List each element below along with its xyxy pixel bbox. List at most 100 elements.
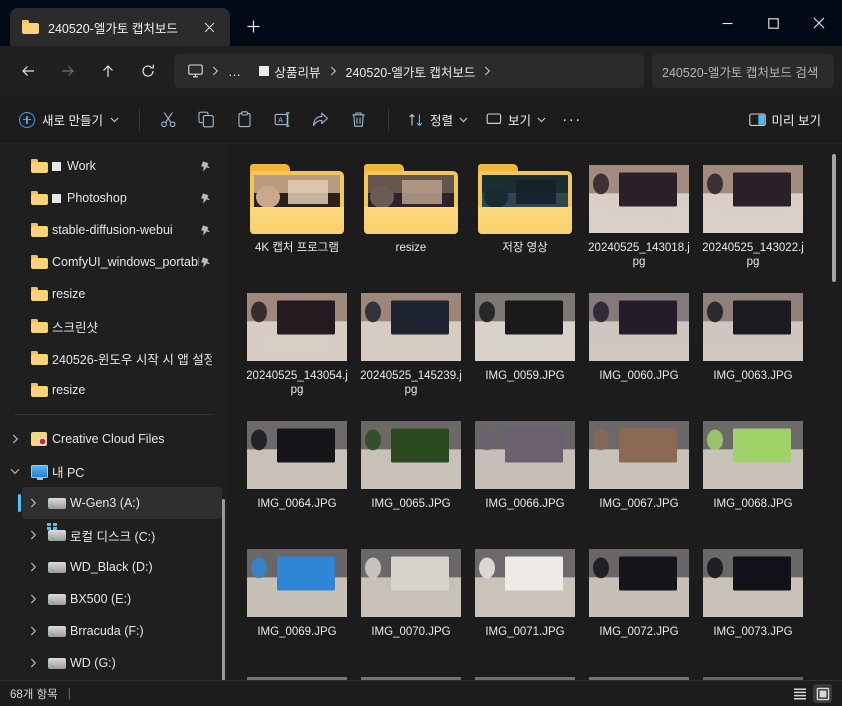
breadcrumb-item-2[interactable]: 240520-엘가토 캡처보드 — [338, 58, 484, 84]
forward-button[interactable] — [51, 54, 85, 88]
up-button[interactable] — [91, 54, 125, 88]
image-thumbnail — [475, 549, 575, 617]
command-bar: 새로 만들기 A 정렬 보기 ··· 미리 보기 — [0, 96, 842, 144]
cut-button[interactable] — [150, 104, 188, 136]
list-view-icon[interactable] — [790, 684, 809, 703]
file-item[interactable]: IMG_0065.JPG — [354, 414, 468, 536]
twisty-toggle[interactable] — [22, 498, 44, 508]
new-button[interactable]: 새로 만들기 — [12, 104, 129, 136]
sidebar-item-work[interactable]: Work — [4, 150, 222, 182]
sidebar-item-brracuda-f[interactable]: Brracuda (F:) — [22, 615, 222, 647]
share-button[interactable] — [302, 104, 340, 136]
sidebar-item-label: 내 PC — [52, 465, 85, 480]
file-item[interactable]: IMG_0063.JPG — [696, 286, 810, 408]
rename-button[interactable]: A — [264, 104, 302, 136]
file-item[interactable]: IMG_0072.JPG — [582, 542, 696, 664]
file-item[interactable]: IMG_0077.JPG — [582, 670, 696, 680]
pin-icon[interactable] — [199, 224, 212, 237]
file-thumbnail-wrap — [703, 546, 803, 620]
file-item[interactable]: 20240525_143018.jpg — [582, 158, 696, 280]
paste-button[interactable] — [226, 104, 264, 136]
tab-active[interactable]: 240520-엘가토 캡처보드 — [10, 8, 230, 46]
sidebar-item-label: WD (G:) — [70, 656, 116, 670]
file-item[interactable]: 저장 영상 — [468, 158, 582, 280]
grid-view-icon[interactable] — [813, 684, 832, 703]
file-item[interactable]: IMG_0073.JPG — [696, 542, 810, 664]
file-item[interactable]: 20240525_143054.jpg — [240, 286, 354, 408]
sidebar-item-로컬-디스크-c[interactable]: 로컬 디스크 (C:) — [22, 519, 222, 551]
file-item[interactable]: 4K 캡처 프로그램 — [240, 158, 354, 280]
twisty-toggle[interactable] — [22, 594, 44, 604]
sidebar-item-comfyui-windows-portable[interactable]: ComfyUI_windows_portable — [4, 246, 222, 278]
file-item[interactable]: IMG_0069.JPG — [240, 542, 354, 664]
breadcrumb-item-1[interactable]: 상품리뷰 — [251, 58, 329, 84]
file-item[interactable]: IMG_0078.JPG — [696, 670, 810, 680]
file-item[interactable]: IMG_0067.JPG — [582, 414, 696, 536]
pin-icon[interactable] — [199, 160, 212, 173]
sidebar-item-icon — [44, 657, 70, 669]
file-item[interactable]: IMG_0074.JPG — [240, 670, 354, 680]
minimize-icon[interactable] — [704, 0, 750, 46]
image-thumbnail — [589, 677, 689, 680]
breadcrumb[interactable]: … 상품리뷰 240520-엘가토 캡처보드 — [174, 54, 644, 88]
refresh-button[interactable] — [131, 54, 165, 88]
sidebar-item-stable-diffusion-webui[interactable]: stable-diffusion-webui — [4, 214, 222, 246]
file-item[interactable]: 20240525_143022.jpg — [696, 158, 810, 280]
sidebar-item-wd-black-d[interactable]: WD_Black (D:) — [22, 551, 222, 583]
sidebar-item-creative-cloud-files[interactable]: Creative Cloud Files — [4, 423, 222, 455]
twisty-toggle[interactable] — [22, 562, 44, 572]
twisty-toggle[interactable] — [4, 468, 26, 475]
search-input[interactable]: 240520-엘가토 캡처보드 검색 — [652, 54, 834, 88]
file-item[interactable]: 20240525_145239.jpg — [354, 286, 468, 408]
file-item[interactable]: IMG_0076.JPG — [468, 670, 582, 680]
file-item[interactable]: IMG_0060.JPG — [582, 286, 696, 408]
close-icon[interactable] — [196, 14, 222, 40]
breadcrumb-this-pc[interactable] — [180, 58, 211, 84]
twisty-toggle[interactable] — [22, 530, 44, 540]
view-button[interactable]: 보기 — [477, 104, 555, 136]
sidebar-item-스크린샷[interactable]: 스크린샷 — [4, 310, 222, 342]
pin-icon[interactable] — [199, 192, 212, 205]
back-button[interactable] — [11, 54, 45, 88]
view-button-label: 보기 — [508, 114, 532, 128]
preview-button[interactable]: 미리 보기 — [740, 104, 830, 136]
sidebar-item-icon — [26, 191, 52, 205]
file-item[interactable]: IMG_0064.JPG — [240, 414, 354, 536]
pin-icon[interactable] — [199, 256, 212, 269]
sidebar-item-bx500-e[interactable]: BX500 (E:) — [22, 583, 222, 615]
sidebar-item-w-gen3-a[interactable]: W-Gen3 (A:) — [18, 487, 222, 519]
sidebar-item-photoshop[interactable]: Photoshop — [4, 182, 222, 214]
image-thumbnail — [589, 549, 689, 617]
breadcrumb-overflow[interactable]: … — [220, 64, 251, 79]
file-name-label: IMG_0059.JPG — [485, 370, 565, 382]
file-item[interactable]: IMG_0071.JPG — [468, 542, 582, 664]
new-tab-button[interactable] — [236, 9, 270, 43]
twisty-toggle[interactable] — [4, 434, 26, 444]
content-scrollbar[interactable] — [832, 154, 836, 282]
file-item[interactable]: resize — [354, 158, 468, 280]
file-list-view[interactable]: 4K 캡처 프로그램 resize 저장 영상 20240525_143018.… — [228, 144, 842, 680]
close-icon[interactable] — [796, 0, 842, 46]
sidebar-item-resize[interactable]: resize — [4, 374, 222, 406]
sidebar-scrollbar[interactable] — [222, 499, 225, 680]
sidebar-quick-access-list: Work Photoshop stable-diffusion-webui Co… — [0, 150, 228, 406]
folder-icon — [30, 383, 48, 397]
maximize-icon[interactable] — [750, 0, 796, 46]
delete-button[interactable] — [340, 104, 378, 136]
file-item[interactable]: IMG_0066.JPG — [468, 414, 582, 536]
copy-button[interactable] — [188, 104, 226, 136]
sidebar-item-wd-g[interactable]: WD (G:) — [22, 647, 222, 679]
more-options-button[interactable]: ··· — [555, 104, 589, 136]
sidebar-item-resize[interactable]: resize — [4, 278, 222, 310]
file-item[interactable]: IMG_0070.JPG — [354, 542, 468, 664]
file-item[interactable]: IMG_0059.JPG — [468, 286, 582, 408]
drive-icon — [48, 561, 66, 573]
file-item[interactable]: IMG_0068.JPG — [696, 414, 810, 536]
sidebar-item-내-pc[interactable]: 내 PC — [4, 455, 222, 487]
sidebar-item-240526-윈도우-시작-시-앱-설정[interactable]: 240526-윈도우 시작 시 앱 설정 — [4, 342, 222, 374]
file-thumbnail-wrap — [475, 418, 575, 492]
twisty-toggle[interactable] — [22, 626, 44, 636]
twisty-toggle[interactable] — [22, 658, 44, 668]
sort-button[interactable]: 정렬 — [399, 104, 477, 136]
file-item[interactable]: IMG_0075.JPG — [354, 670, 468, 680]
